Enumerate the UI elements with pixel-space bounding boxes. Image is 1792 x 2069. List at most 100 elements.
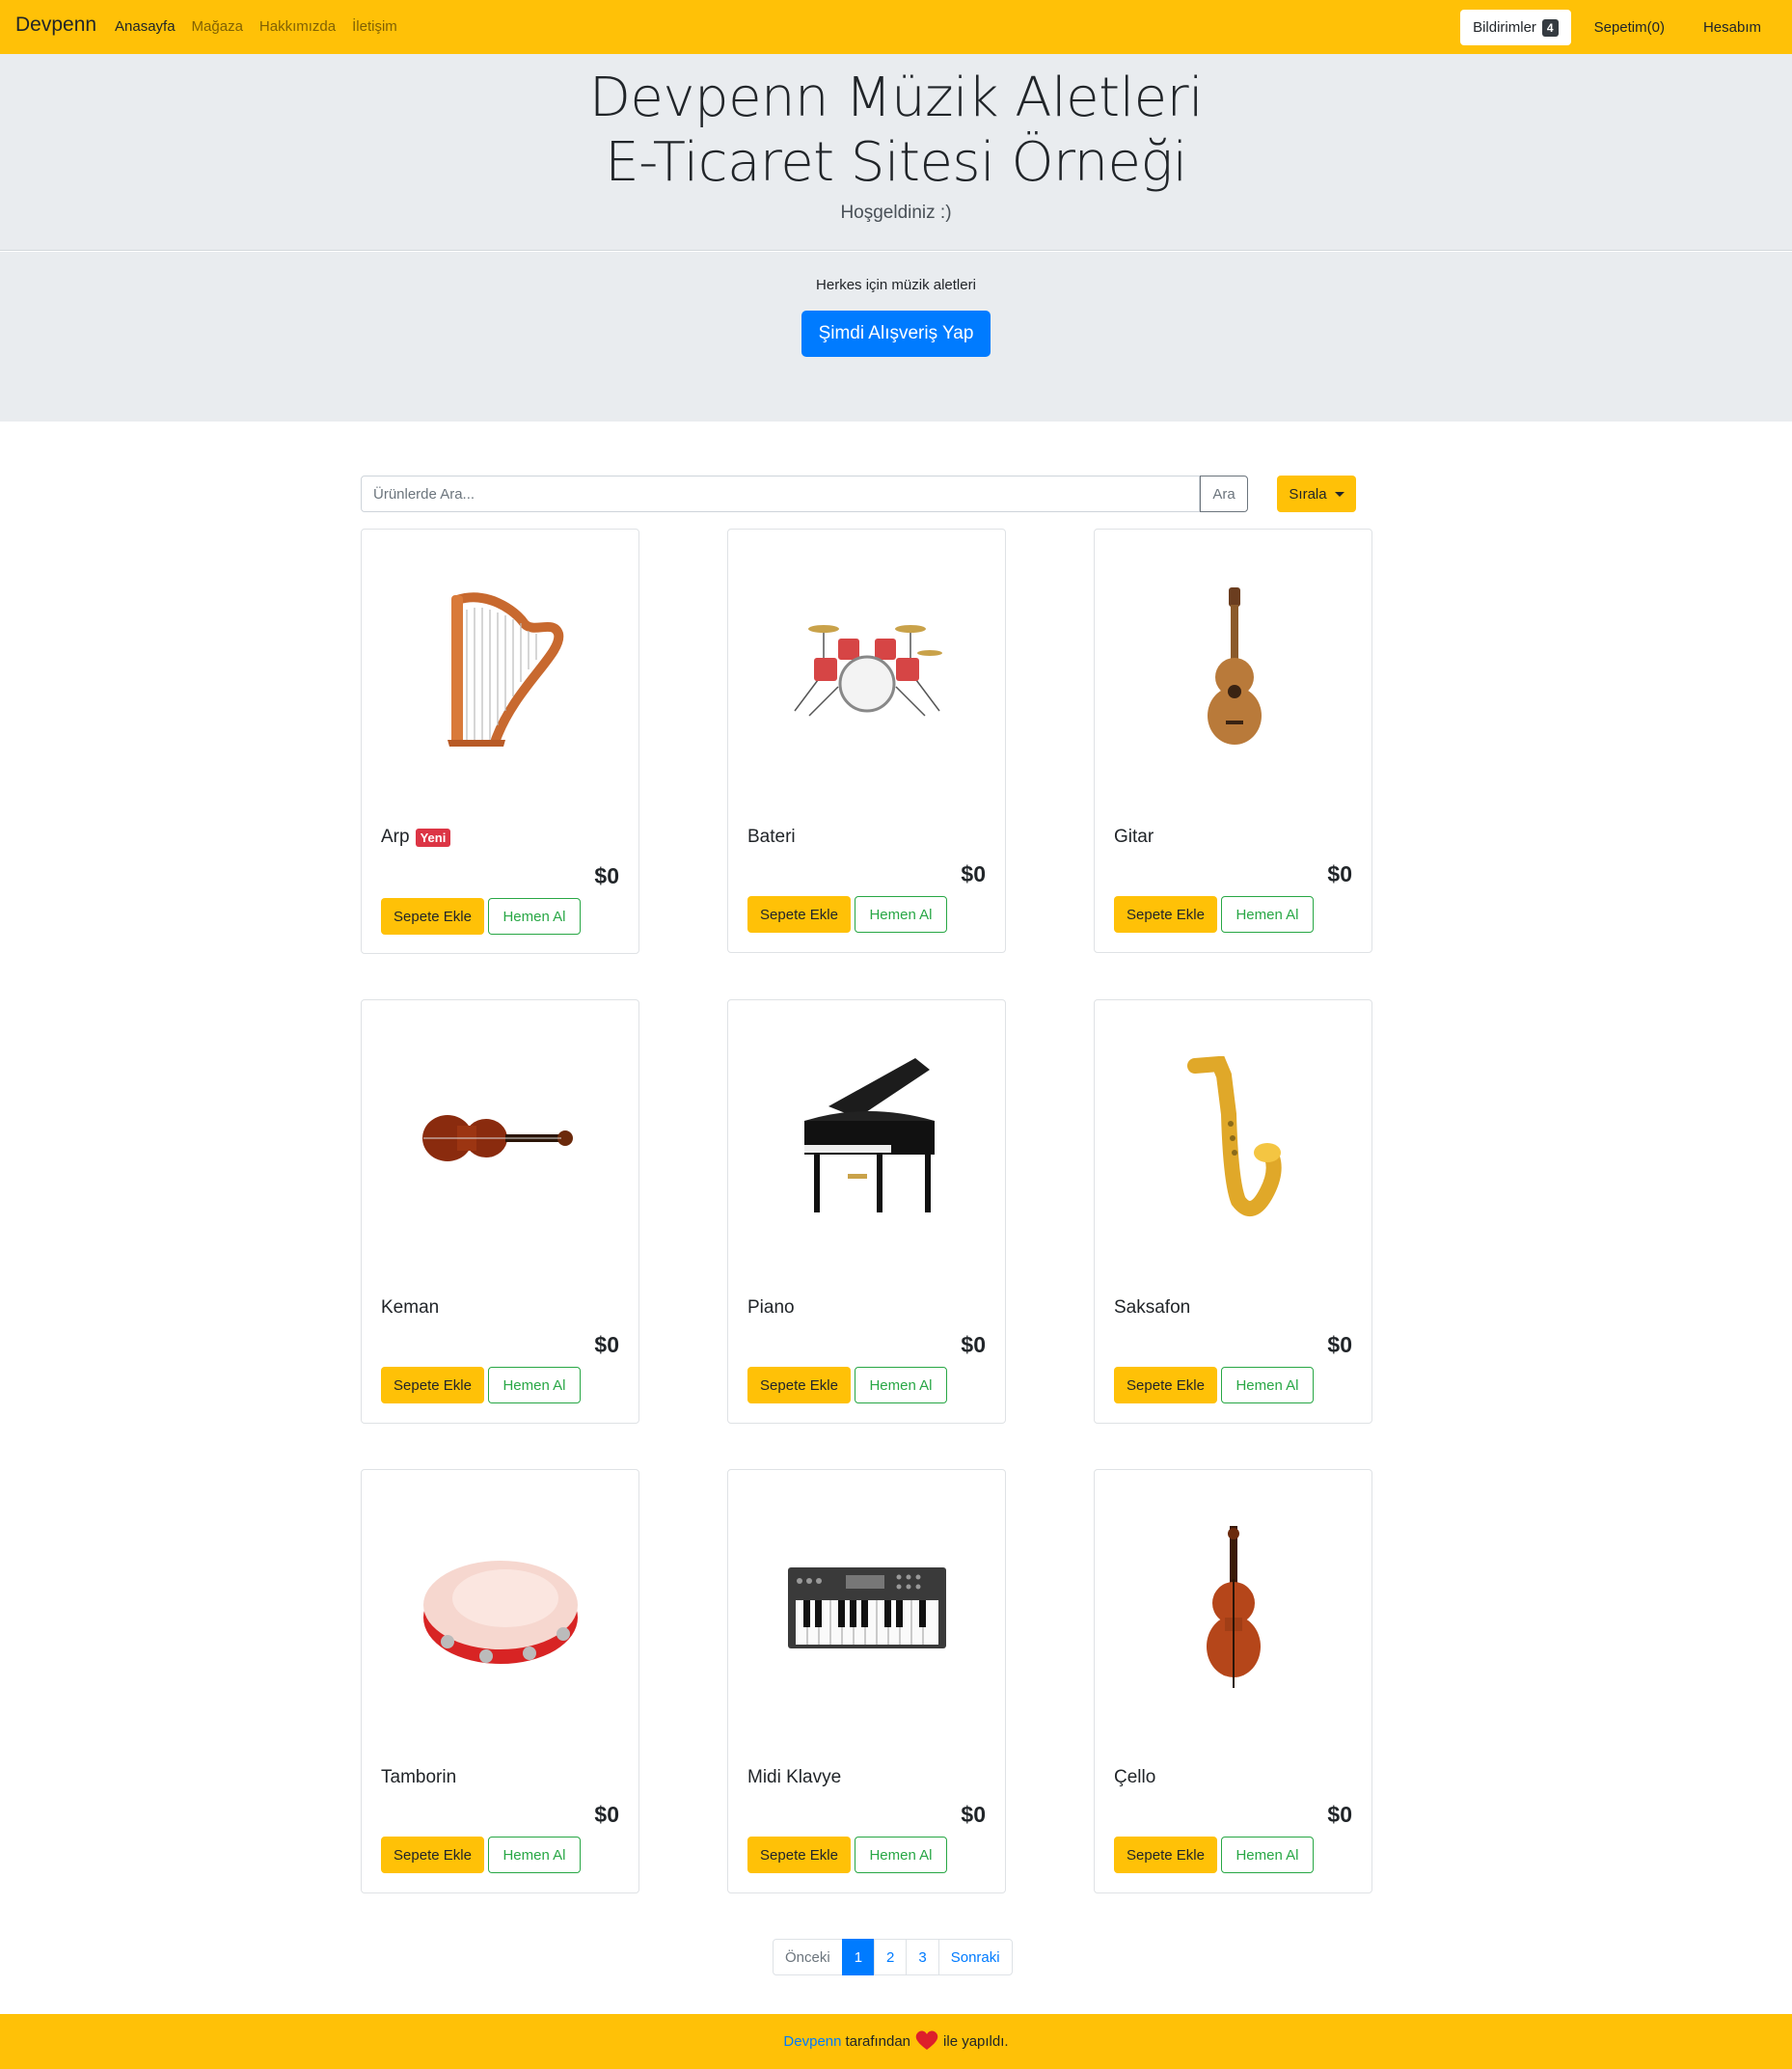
footer-text-before: tarafından <box>845 2033 911 2050</box>
product-name-text: Keman <box>381 1297 440 1318</box>
harp-icon <box>362 530 638 804</box>
product-name: Piano <box>747 1297 795 1319</box>
buy-now-button[interactable]: Hemen Al <box>488 1837 581 1873</box>
add-to-cart-button[interactable]: Sepete Ekle <box>747 896 851 933</box>
buy-now-button[interactable]: Hemen Al <box>855 896 947 933</box>
product-price: $0 <box>594 1332 619 1357</box>
product-card: Çello $0 Sepete Ekle Hemen Al <box>1094 1469 1372 1893</box>
product-card: Bateri $0 Sepete Ekle Hemen Al <box>727 529 1006 953</box>
welcome-text: Hoşgeldiniz :) <box>840 203 952 223</box>
product-name-text: Arp <box>381 827 410 847</box>
product-price: $0 <box>961 1332 986 1357</box>
add-to-cart-button[interactable]: Sepete Ekle <box>381 898 484 935</box>
product-name-text: Saksafon <box>1114 1297 1191 1318</box>
nav-link-hakkimizda[interactable]: Hakkımızda <box>259 18 336 35</box>
product-name: Çello <box>1114 1767 1155 1788</box>
buy-now-button[interactable]: Hemen Al <box>855 1837 947 1873</box>
product-actions: Sepete Ekle Hemen Al <box>381 898 581 935</box>
notifications-label: Bildirimler <box>1473 19 1536 36</box>
pagination: Önceki 1 2 3 Sonraki <box>773 1939 1013 1975</box>
buy-now-button[interactable]: Hemen Al <box>1221 896 1314 933</box>
sort-dropdown-button[interactable]: Sırala <box>1277 476 1356 512</box>
nav-link-anasayfa[interactable]: Anasayfa <box>115 18 176 35</box>
piano-icon <box>728 1000 1005 1275</box>
guitar-icon <box>1095 530 1371 804</box>
product-name: Bateri <box>747 827 796 848</box>
product-actions: Sepete Ekle Hemen Al <box>1114 1837 1314 1873</box>
add-to-cart-button[interactable]: Sepete Ekle <box>1114 1367 1217 1403</box>
product-actions: Sepete Ekle Hemen Al <box>1114 896 1314 933</box>
product-price: $0 <box>961 861 986 886</box>
footer: Devpenn tarafından ile yapıldı. <box>0 2014 1792 2069</box>
nav-links: Anasayfa Mağaza Hakkımızda İletişim <box>115 18 397 35</box>
add-to-cart-button[interactable]: Sepete Ekle <box>747 1367 851 1403</box>
product-price: $0 <box>594 863 619 888</box>
hero-cta-section: Herkes için müzik aletleri Şimdi Alışver… <box>0 252 1792 422</box>
shop-now-button[interactable]: Şimdi Alışveriş Yap <box>801 311 991 357</box>
buy-now-button[interactable]: Hemen Al <box>1221 1837 1314 1873</box>
product-card: Keman $0 Sepete Ekle Hemen Al <box>361 999 639 1424</box>
nav-link-iletisim[interactable]: İletişim <box>352 18 397 35</box>
page-title-line1: Devpenn Müzik Aletleri <box>588 67 1204 129</box>
product-name: Midi Klavye <box>747 1767 841 1788</box>
add-to-cart-button[interactable]: Sepete Ekle <box>381 1837 484 1873</box>
pagination-page-1[interactable]: 1 <box>841 1939 876 1975</box>
tagline: Herkes için müzik aletleri <box>816 277 976 293</box>
drum-kit-icon <box>728 530 1005 804</box>
pagination-page-2[interactable]: 2 <box>874 1939 908 1975</box>
footer-brand-link[interactable]: Devpenn <box>783 2033 841 2050</box>
pagination-prev[interactable]: Önceki <box>773 1939 843 1975</box>
page-title: Devpenn Müzik Aletleri E-Ticaret Sitesi … <box>0 66 1792 195</box>
product-price: $0 <box>1327 1802 1352 1827</box>
violin-icon <box>362 1000 638 1275</box>
buy-now-button[interactable]: Hemen Al <box>1221 1367 1314 1403</box>
cart-link[interactable]: Sepetim(0) <box>1579 10 1680 45</box>
cello-icon <box>1095 1470 1371 1745</box>
buy-now-button[interactable]: Hemen Al <box>488 898 581 935</box>
product-name: Keman <box>381 1297 439 1319</box>
product-card: Saksafon $0 Sepete Ekle Hemen Al <box>1094 999 1372 1424</box>
buy-now-button[interactable]: Hemen Al <box>488 1367 581 1403</box>
navbar: Devpenn Anasayfa Mağaza Hakkımızda İleti… <box>0 0 1792 54</box>
notifications-count-badge: 4 <box>1541 18 1559 37</box>
product-price: $0 <box>594 1802 619 1827</box>
add-to-cart-button[interactable]: Sepete Ekle <box>1114 1837 1217 1873</box>
product-card: Midi Klavye $0 Sepete Ekle Hemen Al <box>727 1469 1006 1893</box>
add-to-cart-button[interactable]: Sepete Ekle <box>747 1837 851 1873</box>
pagination-page-3[interactable]: 3 <box>906 1939 939 1975</box>
search-bar: Ürünlerde Ara... Ara <box>361 476 1248 512</box>
new-badge: Yeni <box>415 828 451 847</box>
product-actions: Sepete Ekle Hemen Al <box>381 1367 581 1403</box>
product-actions: Sepete Ekle Hemen Al <box>747 1367 947 1403</box>
product-name-text: Bateri <box>747 827 796 847</box>
add-to-cart-button[interactable]: Sepete Ekle <box>1114 896 1217 933</box>
product-price: $0 <box>1327 1332 1352 1357</box>
product-name: Gitar <box>1114 827 1154 848</box>
add-to-cart-button[interactable]: Sepete Ekle <box>381 1367 484 1403</box>
product-name-text: Gitar <box>1114 827 1154 847</box>
account-link[interactable]: Hesabım <box>1688 10 1777 45</box>
sort-label: Sırala <box>1289 485 1327 503</box>
product-card: Tamborin $0 Sepete Ekle Hemen Al <box>361 1469 639 1893</box>
notifications-button[interactable]: Bildirimler 4 <box>1460 10 1571 45</box>
product-actions: Sepete Ekle Hemen Al <box>381 1837 581 1873</box>
hero-jumbotron: Devpenn Müzik Aletleri E-Ticaret Sitesi … <box>0 54 1792 251</box>
midi-keyboard-icon <box>728 1470 1005 1745</box>
buy-now-button[interactable]: Hemen Al <box>855 1367 947 1403</box>
search-input[interactable]: Ürünlerde Ara... <box>361 476 1200 512</box>
search-button[interactable]: Ara <box>1200 476 1248 512</box>
product-card: Arp Yeni $0 Sepete Ekle Hemen Al <box>361 529 639 954</box>
brand-logo[interactable]: Devpenn <box>15 14 96 37</box>
footer-text-after: ile yapıldı. <box>943 2033 1009 2050</box>
pagination-next[interactable]: Sonraki <box>937 1939 1013 1975</box>
product-card: Gitar $0 Sepete Ekle Hemen Al <box>1094 529 1372 953</box>
product-name-text: Tamborin <box>381 1767 457 1787</box>
caret-down-icon <box>1334 491 1344 497</box>
product-actions: Sepete Ekle Hemen Al <box>747 896 947 933</box>
product-name-text: Midi Klavye <box>747 1767 842 1787</box>
product-actions: Sepete Ekle Hemen Al <box>747 1837 947 1873</box>
nav-link-magaza[interactable]: Mağaza <box>192 18 243 35</box>
page-title-line2: E-Ticaret Sitesi Örneği <box>605 131 1187 194</box>
heart-icon <box>914 2029 939 2055</box>
nav-right: Bildirimler 4 Sepetim(0) Hesabım <box>1460 10 1777 45</box>
